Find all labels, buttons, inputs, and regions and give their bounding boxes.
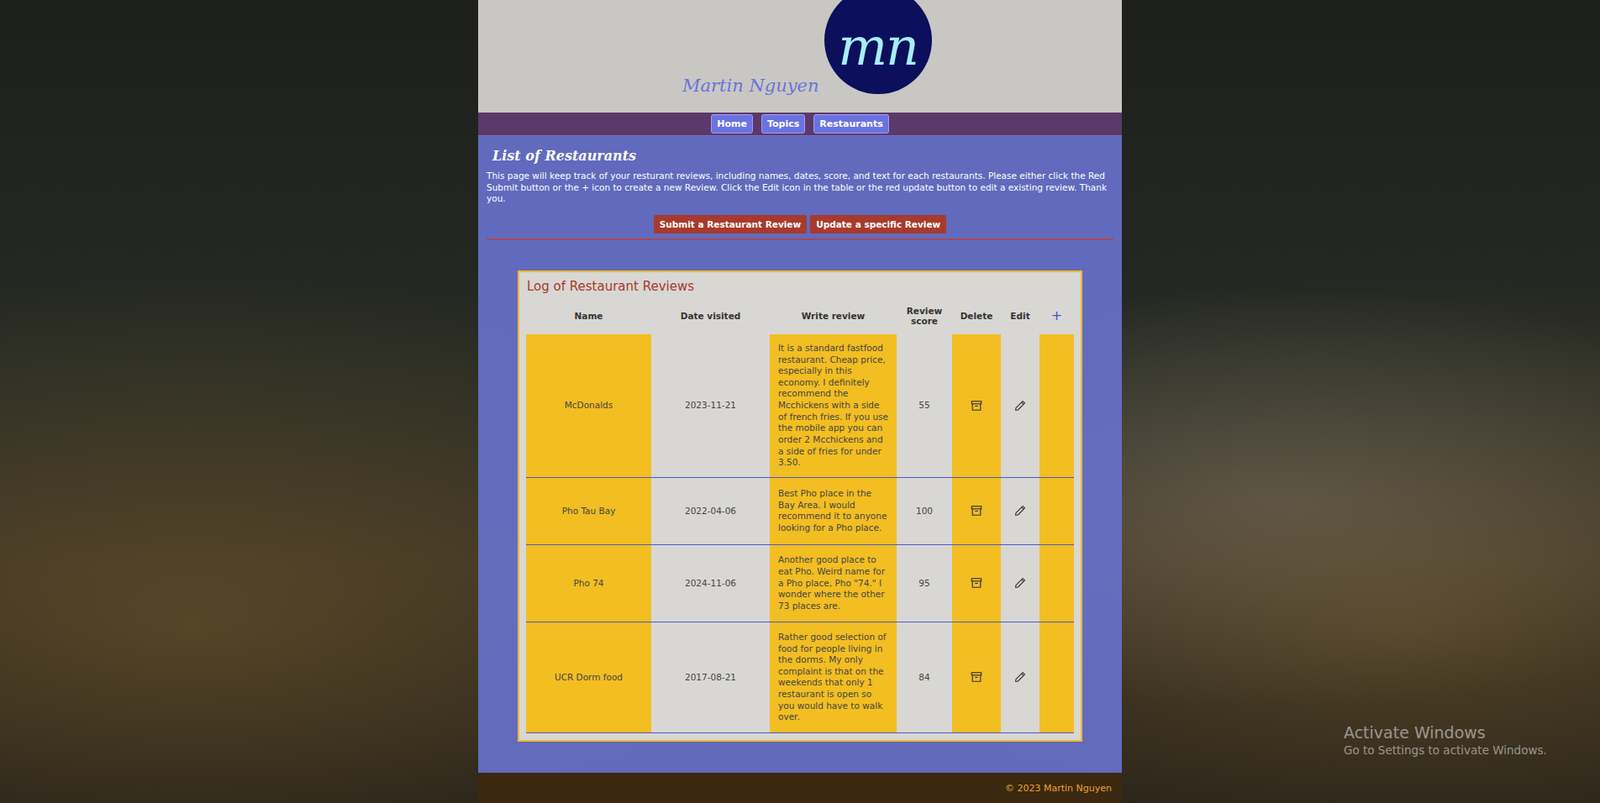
blank-cell — [1039, 544, 1074, 622]
table-cell: UCR Dorm food — [526, 621, 652, 733]
header-row: NameDate visitedWrite reviewReview score… — [526, 297, 1074, 335]
review-cell: Best Pho place in the Bay Area. I would … — [769, 477, 897, 545]
table-row: Pho 742024-11-06Another good place to ea… — [526, 544, 1074, 622]
archive-icon[interactable] — [970, 400, 983, 412]
submit-button[interactable]: Submit a Restaurant Review — [653, 215, 807, 234]
column-header: Date visited — [651, 297, 770, 335]
table-cell: Pho Tau Bay — [526, 477, 652, 545]
logo[interactable]: mn — [824, 0, 932, 95]
table-cell: 2024-11-06 — [651, 544, 770, 622]
nav-button[interactable]: Restaurants — [813, 114, 889, 134]
nav-button[interactable]: Topics — [761, 114, 806, 134]
blank-cell — [1039, 334, 1074, 479]
table-cell: 2023-11-21 — [651, 334, 770, 479]
table-cell: 2022-04-06 — [651, 477, 770, 545]
table-cell: 2017-08-21 — [651, 621, 770, 733]
pencil-icon[interactable] — [1014, 400, 1027, 412]
edit-cell — [1000, 334, 1040, 479]
pencil-icon[interactable] — [1014, 505, 1027, 517]
update-button[interactable]: Update a specific Review — [810, 215, 947, 234]
blank-cell — [1039, 621, 1074, 733]
blank-cell — [1039, 477, 1074, 545]
archive-icon[interactable] — [970, 505, 983, 517]
edit-cell — [1000, 477, 1040, 545]
column-header: Name — [526, 297, 652, 335]
column-header: Write review — [769, 297, 897, 335]
table-cell: McDonalds — [526, 334, 652, 479]
page-title: List of Restaurants — [492, 147, 1114, 164]
site-header: Martin Nguyen mn — [478, 0, 1122, 113]
pencil-icon[interactable] — [1014, 671, 1027, 684]
site-name[interactable]: Martin Nguyen — [682, 75, 820, 96]
delete-cell — [952, 621, 1001, 733]
intro-text: This page will keep track of your restur… — [486, 170, 1114, 206]
site-footer: © 2023 Martin Nguyen — [478, 773, 1122, 803]
delete-cell — [952, 477, 1001, 545]
reviews-table: NameDate visitedWrite reviewReview score… — [526, 297, 1074, 734]
edit-cell — [1000, 544, 1040, 622]
nav-button[interactable]: Home — [710, 114, 753, 134]
table-cell: Pho 74 — [526, 544, 652, 622]
archive-icon[interactable] — [970, 671, 983, 684]
reviews-card: Log of Restaurant Reviews NameDate visite… — [517, 270, 1083, 743]
review-cell: Rather good selection of food for people… — [769, 621, 897, 733]
page-column: Martin NguyenmnHomeTopicsRestaurantsList… — [478, 0, 1122, 803]
add-button[interactable]: + — [1039, 297, 1074, 335]
column-header: Delete — [952, 297, 1001, 335]
logo-text: mn — [837, 15, 918, 78]
card-title: Log of Restaurant Reviews — [526, 278, 1074, 295]
pencil-icon[interactable] — [1014, 577, 1027, 590]
watermark-title: Activate Windows — [1343, 723, 1548, 743]
edit-cell — [1000, 621, 1040, 733]
column-header: Review score — [896, 297, 953, 335]
table-cell: 55 — [896, 334, 953, 479]
review-cell: Another good place to eat Pho. Weird nam… — [769, 544, 897, 622]
table-cell: 100 — [896, 477, 953, 545]
table-row: Pho Tau Bay2022-04-06Best Pho place in t… — [526, 477, 1074, 545]
activation-watermark: Activate WindowsGo to Settings to activa… — [1343, 723, 1548, 758]
table-row: McDonalds2023-11-21It is a standard fast… — [526, 334, 1074, 479]
archive-icon[interactable] — [970, 577, 983, 590]
main-content: List of Restaurants This page will keep t… — [478, 136, 1122, 774]
review-cell: It is a standard fastfood restaurant. Ch… — [769, 334, 897, 479]
table-row: UCR Dorm food2017-08-21Rather good selec… — [526, 621, 1074, 733]
table-cell: 95 — [896, 544, 953, 622]
delete-cell — [952, 334, 1001, 479]
divider — [486, 238, 1114, 241]
watermark-subtitle: Go to Settings to activate Windows. — [1343, 743, 1548, 758]
copyright: © 2023 Martin Nguyen — [1005, 783, 1112, 795]
delete-cell — [952, 544, 1001, 622]
table-cell: 84 — [896, 621, 953, 733]
column-header: Edit — [1000, 297, 1040, 335]
button-row: Submit a Restaurant ReviewUpdate a speci… — [486, 215, 1114, 234]
nav-bar: Home Topics Restaurants — [478, 112, 1122, 137]
